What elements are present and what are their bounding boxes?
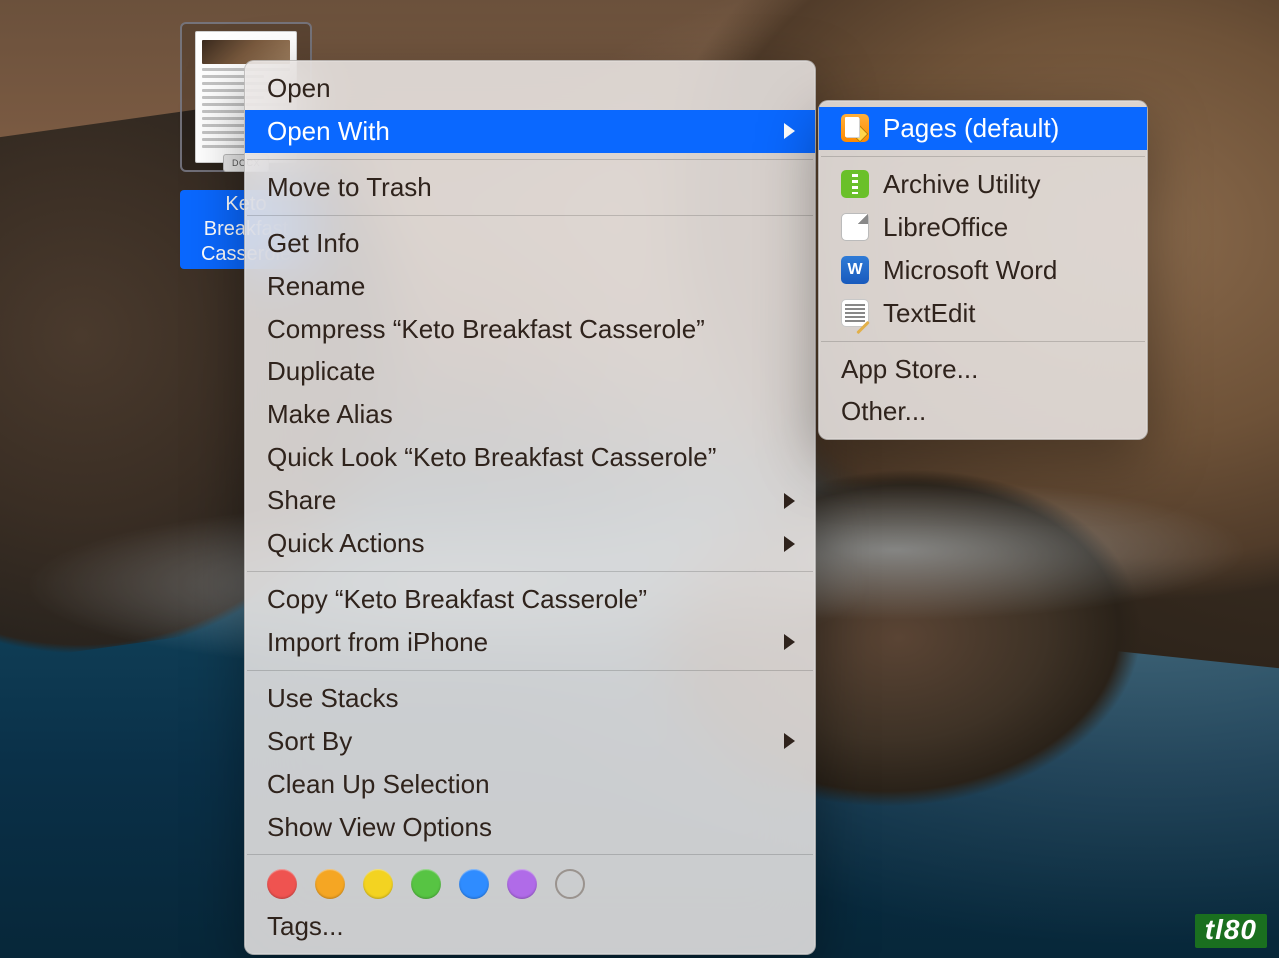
menu-item-use-stacks[interactable]: Use Stacks — [245, 677, 815, 720]
menu-item-label: Quick Look “Keto Breakfast Casserole” — [267, 439, 716, 476]
tag-dot-orange[interactable] — [315, 869, 345, 899]
submenu-item-other[interactable]: Other... — [819, 390, 1147, 433]
menu-item-import-iphone[interactable]: Import from iPhone — [245, 621, 815, 664]
menu-item-label: Show View Options — [267, 809, 492, 846]
libreoffice-app-icon — [841, 213, 869, 241]
textedit-app-icon — [841, 299, 869, 327]
menu-item-label: Make Alias — [267, 396, 393, 433]
menu-separator — [247, 571, 813, 572]
tag-color-row — [245, 861, 815, 905]
menu-item-open[interactable]: Open — [245, 67, 815, 110]
submenu-arrow-icon — [784, 733, 795, 749]
menu-separator — [821, 156, 1145, 157]
menu-item-compress[interactable]: Compress “Keto Breakfast Casserole” — [245, 308, 815, 351]
tag-dot-red[interactable] — [267, 869, 297, 899]
menu-separator — [821, 341, 1145, 342]
menu-item-make-alias[interactable]: Make Alias — [245, 393, 815, 436]
menu-item-label: TextEdit — [883, 295, 976, 332]
menu-item-label: Share — [267, 482, 336, 519]
pages-app-icon — [841, 114, 869, 142]
context-menu: Open Open With Move to Trash Get Info Re… — [244, 60, 816, 955]
menu-item-label: Tags... — [267, 908, 344, 945]
menu-item-label: Move to Trash — [267, 169, 432, 206]
submenu-arrow-icon — [784, 123, 795, 139]
tag-dot-none[interactable] — [555, 869, 585, 899]
menu-item-view-options[interactable]: Show View Options — [245, 806, 815, 849]
submenu-item-textedit[interactable]: TextEdit — [819, 292, 1147, 335]
menu-item-label: Import from iPhone — [267, 624, 488, 661]
menu-item-sort-by[interactable]: Sort By — [245, 720, 815, 763]
menu-item-rename[interactable]: Rename — [245, 265, 815, 308]
menu-item-label: Microsoft Word — [883, 252, 1057, 289]
menu-separator — [247, 670, 813, 671]
menu-item-share[interactable]: Share — [245, 479, 815, 522]
word-app-icon: W — [841, 256, 869, 284]
menu-item-label: Archive Utility — [883, 166, 1040, 203]
archive-utility-app-icon — [841, 170, 869, 198]
menu-item-copy[interactable]: Copy “Keto Breakfast Casserole” — [245, 578, 815, 621]
tag-dot-green[interactable] — [411, 869, 441, 899]
watermark: tl80 — [1195, 914, 1267, 948]
submenu-arrow-icon — [784, 634, 795, 650]
tag-dot-blue[interactable] — [459, 869, 489, 899]
menu-separator — [247, 854, 813, 855]
menu-item-label: Other... — [841, 393, 926, 430]
menu-item-label: Rename — [267, 268, 365, 305]
menu-item-tags[interactable]: Tags... — [245, 905, 815, 948]
menu-separator — [247, 215, 813, 216]
menu-item-label: Use Stacks — [267, 680, 399, 717]
submenu-item-archive-utility[interactable]: Archive Utility — [819, 163, 1147, 206]
menu-item-move-to-trash[interactable]: Move to Trash — [245, 166, 815, 209]
menu-item-label: Quick Actions — [267, 525, 425, 562]
tag-dot-yellow[interactable] — [363, 869, 393, 899]
menu-item-label: Sort By — [267, 723, 352, 760]
menu-separator — [247, 159, 813, 160]
menu-item-quick-actions[interactable]: Quick Actions — [245, 522, 815, 565]
menu-item-clean-up[interactable]: Clean Up Selection — [245, 763, 815, 806]
menu-item-get-info[interactable]: Get Info — [245, 222, 815, 265]
open-with-submenu: Pages (default) Archive Utility LibreOff… — [818, 100, 1148, 440]
menu-item-label: App Store... — [841, 351, 978, 388]
menu-item-duplicate[interactable]: Duplicate — [245, 350, 815, 393]
submenu-item-app-store[interactable]: App Store... — [819, 348, 1147, 391]
menu-item-label: Open — [267, 70, 331, 107]
menu-item-label: Get Info — [267, 225, 360, 262]
submenu-arrow-icon — [784, 536, 795, 552]
menu-item-label: Clean Up Selection — [267, 766, 490, 803]
menu-item-label: Open With — [267, 113, 390, 150]
menu-item-label: Pages (default) — [883, 110, 1059, 147]
submenu-item-libreoffice[interactable]: LibreOffice — [819, 206, 1147, 249]
submenu-item-pages-default[interactable]: Pages (default) — [819, 107, 1147, 150]
tag-dot-purple[interactable] — [507, 869, 537, 899]
menu-item-open-with[interactable]: Open With — [245, 110, 815, 153]
menu-item-quick-look[interactable]: Quick Look “Keto Breakfast Casserole” — [245, 436, 815, 479]
menu-item-label: Copy “Keto Breakfast Casserole” — [267, 581, 647, 618]
menu-item-label: Duplicate — [267, 353, 375, 390]
menu-item-label: Compress “Keto Breakfast Casserole” — [267, 311, 705, 348]
submenu-item-microsoft-word[interactable]: W Microsoft Word — [819, 249, 1147, 292]
menu-item-label: LibreOffice — [883, 209, 1008, 246]
submenu-arrow-icon — [784, 493, 795, 509]
